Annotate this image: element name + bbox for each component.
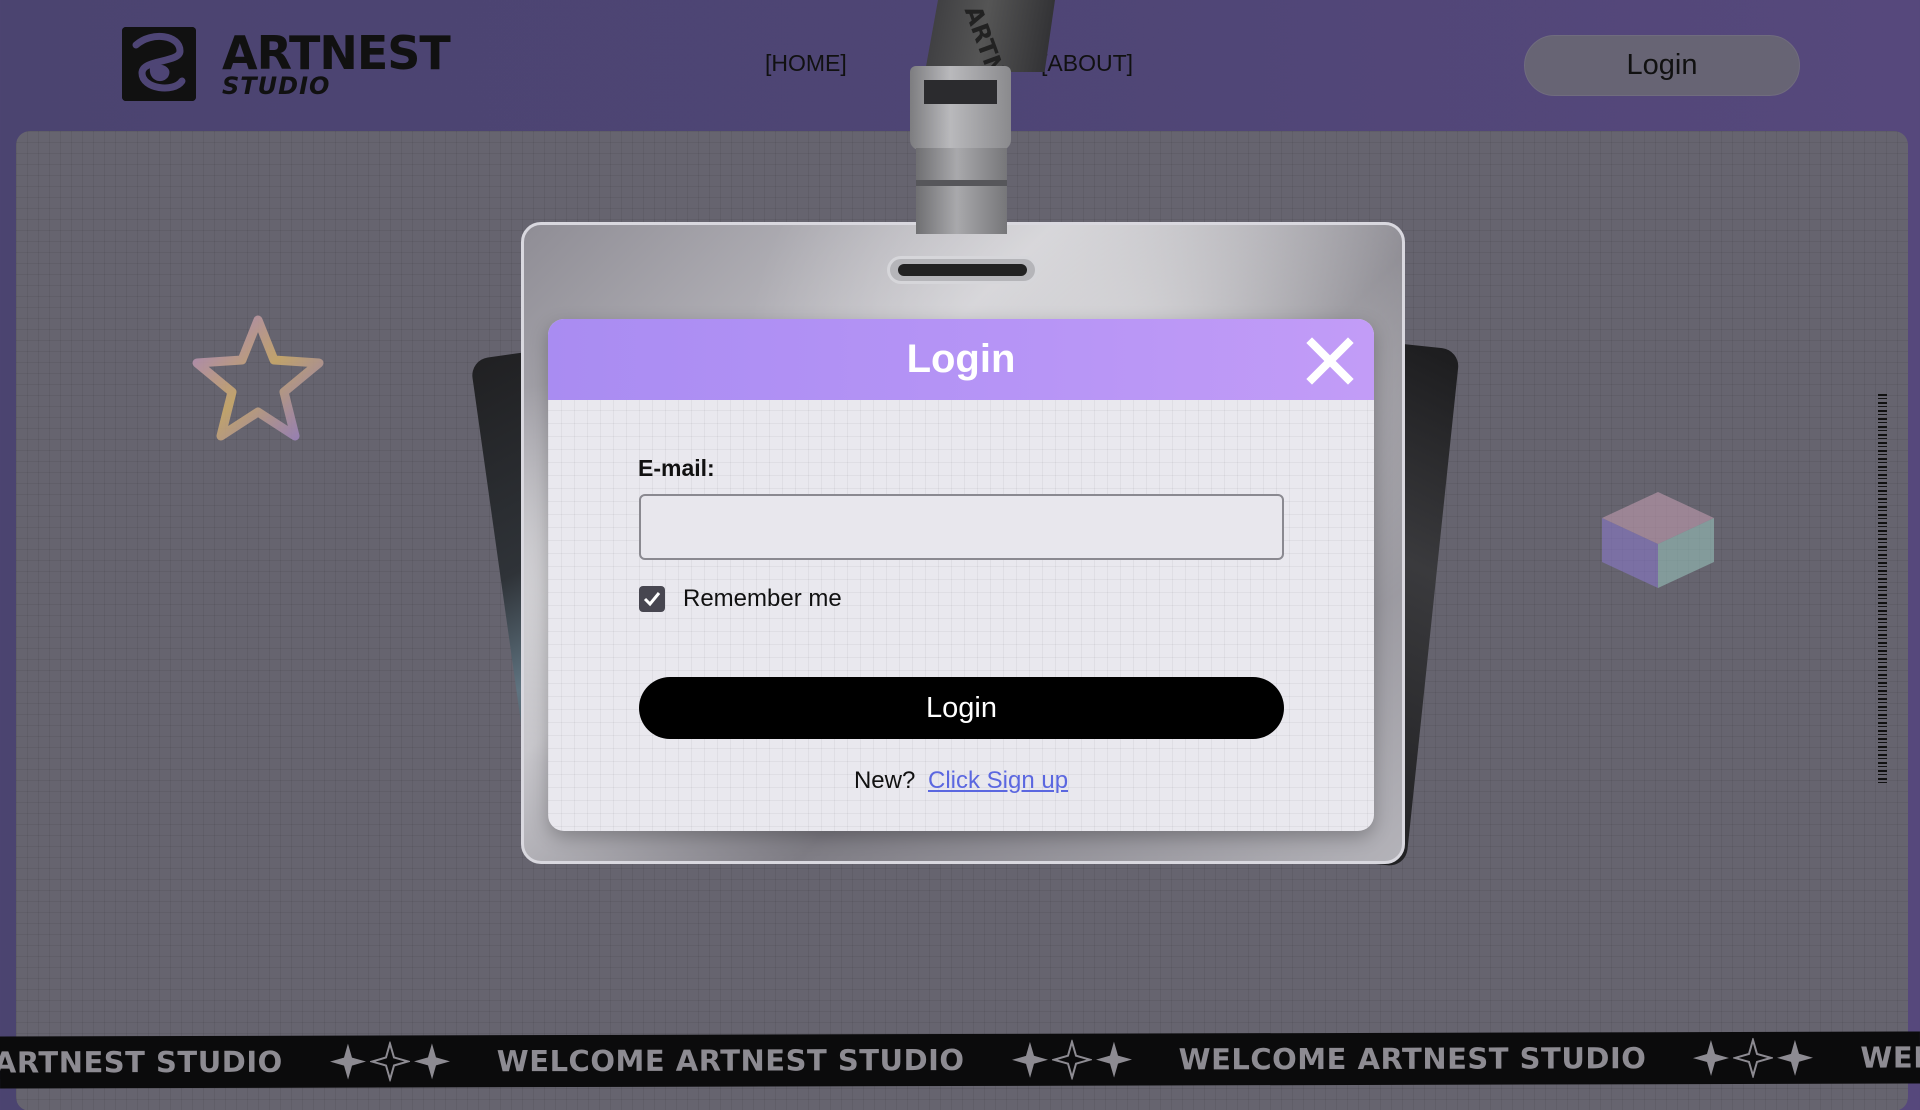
- marquee-track: E ARTNEST STUDIO WELCOME ARTNEST STUDIO …: [0, 1031, 1920, 1088]
- sparkle-star-group: [1009, 1039, 1135, 1080]
- logo-mark-icon: [122, 27, 196, 101]
- sparkle-star-icon: [329, 1043, 366, 1080]
- marquee-text: WELCOME ARTNEST STUDIO: [496, 1042, 965, 1079]
- marquee-text: WELC: [1860, 1040, 1920, 1075]
- lanyard-clip-band: [916, 180, 1007, 186]
- barcode-decoration: [1878, 394, 1887, 786]
- sparkle-star-group: [1690, 1037, 1816, 1078]
- brand-wordmark: ARTNEST STUDIO: [222, 26, 451, 98]
- sparkle-star-icon: [1051, 1039, 1092, 1080]
- sparkle-star-icon: [1733, 1037, 1774, 1078]
- nav-about-link[interactable]: [ABOUT]: [1041, 50, 1133, 77]
- close-icon[interactable]: [1306, 337, 1354, 385]
- signup-link[interactable]: Click Sign up: [928, 767, 1068, 794]
- marquee-text: E ARTNEST STUDIO: [0, 1044, 283, 1080]
- remember-me-label: Remember me: [683, 585, 842, 612]
- sparkle-star-icon: [1011, 1041, 1048, 1078]
- sparkle-star-icon: [369, 1041, 410, 1082]
- sparkle-star-icon: [413, 1043, 450, 1080]
- header-login-button[interactable]: Login: [1524, 35, 1800, 96]
- modal-title: Login: [906, 337, 1016, 381]
- star-outline-icon: [192, 315, 324, 441]
- welcome-marquee: E ARTNEST STUDIO WELCOME ARTNEST STUDIO …: [0, 1031, 1920, 1089]
- login-submit-button[interactable]: Login: [639, 677, 1284, 739]
- login-modal: Login E-mail: Remember me Login New? Cli…: [548, 319, 1374, 831]
- lanyard-clip: [910, 66, 1011, 150]
- email-field[interactable]: [639, 494, 1284, 560]
- remember-me-row: Remember me: [639, 585, 842, 613]
- lanyard-clip-body: [916, 148, 1007, 234]
- checkmark-icon: [643, 592, 661, 607]
- modal-header: Login: [548, 319, 1374, 400]
- brand-logo[interactable]: ARTNEST STUDIO: [122, 26, 451, 101]
- brand-name: ARTNEST: [222, 26, 451, 80]
- sparkle-star-icon: [1777, 1039, 1814, 1076]
- remember-me-checkbox[interactable]: [639, 586, 665, 612]
- nav-home-link[interactable]: [HOME]: [765, 50, 847, 77]
- sparkle-star-group: [327, 1041, 453, 1082]
- sparkle-star-icon: [1095, 1041, 1132, 1078]
- marquee-text: WELCOME ARTNEST STUDIO: [1178, 1041, 1647, 1077]
- signup-row: New? Click Sign up: [548, 767, 1374, 795]
- cube-icon: [1602, 492, 1714, 588]
- signup-prompt: New?: [853, 767, 916, 794]
- email-label: E-mail:: [638, 455, 715, 481]
- badge-hole: [887, 256, 1038, 284]
- sparkle-star-icon: [1693, 1040, 1730, 1077]
